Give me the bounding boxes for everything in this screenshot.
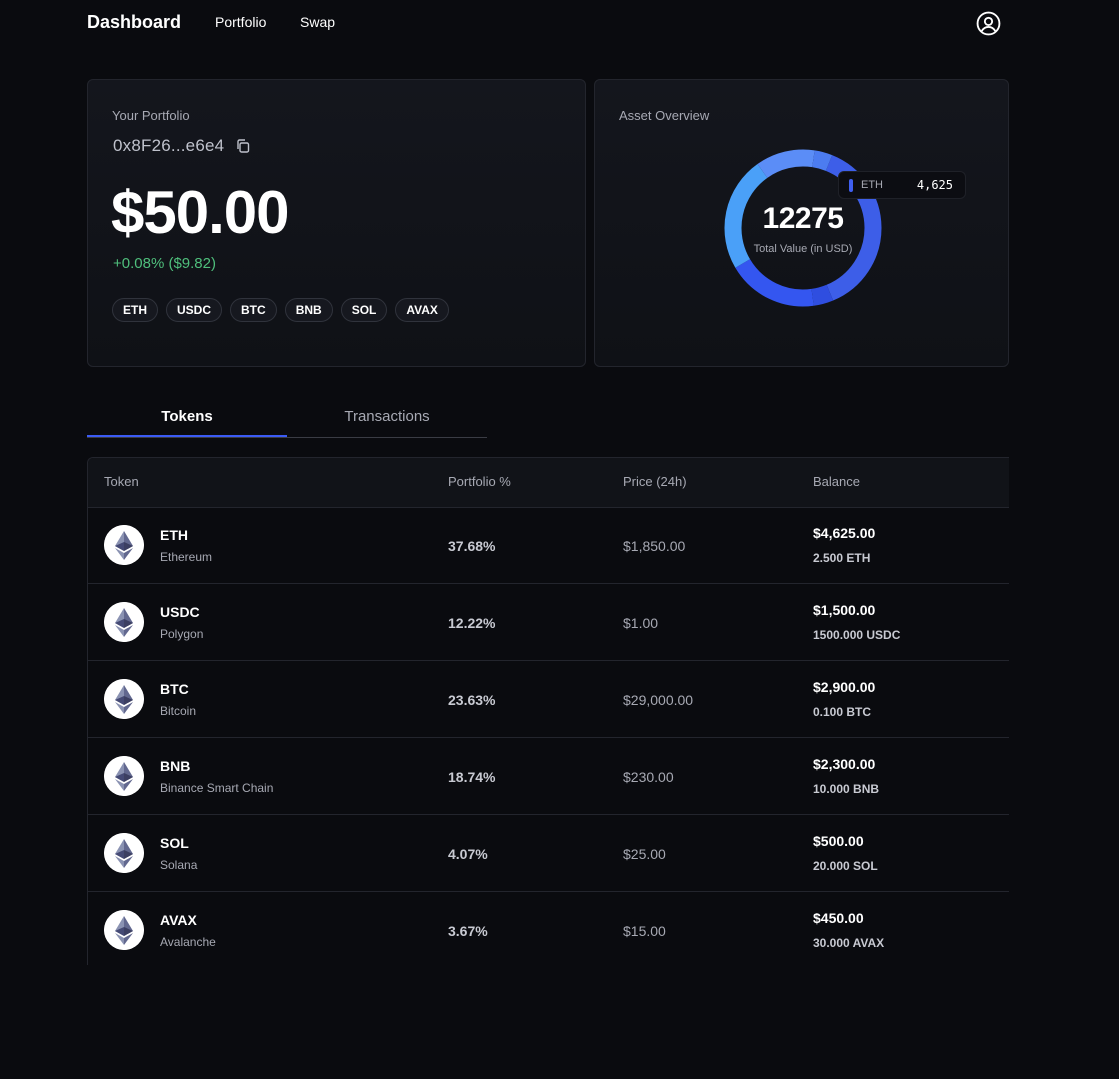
ethereum-icon xyxy=(104,525,144,565)
table-header: Token Portfolio % Price (24h) Balance xyxy=(88,458,1009,508)
portfolio-total-value: $50.00 xyxy=(111,179,290,246)
chip-sol[interactable]: SOL xyxy=(340,298,388,322)
token-symbol: USDC xyxy=(160,604,200,620)
token-symbol: ETH xyxy=(160,527,188,543)
balance-quantity: 0.100 BTC xyxy=(813,705,872,719)
balance-value: $2,900.00 xyxy=(813,679,876,695)
header-portfolio-pct[interactable]: Portfolio % xyxy=(448,474,511,489)
token-price: $29,000.00 xyxy=(623,692,694,708)
table-row[interactable]: ETH Ethereum 37.68% $1,850.00 $4,625.00 … xyxy=(88,507,1009,584)
ethereum-icon xyxy=(104,833,144,873)
token-name: Binance Smart Chain xyxy=(160,781,274,795)
user-circle-icon[interactable] xyxy=(976,11,1001,36)
header-balance[interactable]: Balance xyxy=(813,474,860,489)
tab-transactions[interactable]: Transactions xyxy=(287,403,487,436)
ethereum-icon xyxy=(104,756,144,796)
nav-link-portfolio[interactable]: Portfolio xyxy=(215,14,266,30)
table-row[interactable]: BTC Bitcoin 23.63% $29,000.00 $2,900.00 … xyxy=(88,661,1009,738)
ethereum-icon xyxy=(104,602,144,642)
balance-quantity: 2.500 ETH xyxy=(813,551,871,565)
donut-segment-bnb[interactable] xyxy=(735,258,814,307)
tabs: Tokens Transactions xyxy=(87,403,487,438)
chip-eth[interactable]: ETH xyxy=(112,298,158,322)
ethereum-icon xyxy=(104,910,144,950)
chart-tooltip: ETH 4,625 xyxy=(838,171,966,199)
token-symbol: BTC xyxy=(160,681,189,697)
token-name: Avalanche xyxy=(160,935,216,949)
tab-tokens[interactable]: Tokens xyxy=(87,403,287,437)
balance-quantity: 30.000 AVAX xyxy=(813,936,885,950)
portfolio-percent: 12.22% xyxy=(448,615,496,631)
asset-overview-label: Asset Overview xyxy=(619,108,710,123)
chip-btc[interactable]: BTC xyxy=(230,298,277,322)
balance-quantity: 1500.000 USDC xyxy=(813,628,901,642)
portfolio-percent: 18.74% xyxy=(448,769,496,785)
tooltip-label: ETH xyxy=(861,179,883,191)
top-nav: Dashboard Portfolio Swap xyxy=(0,0,1119,46)
balance-value: $450.00 xyxy=(813,910,864,926)
tooltip-swatch xyxy=(849,179,853,192)
tooltip-value: 4,625 xyxy=(916,178,953,192)
token-chips: ETH USDC BTC BNB SOL AVAX xyxy=(112,298,449,322)
token-price: $25.00 xyxy=(623,846,666,862)
token-symbol: AVAX xyxy=(160,912,197,928)
ethereum-icon xyxy=(104,679,144,719)
token-price: $230.00 xyxy=(623,769,674,785)
balance-quantity: 20.000 SOL xyxy=(813,859,878,873)
tokens-table: Token Portfolio % Price (24h) Balance ET… xyxy=(87,457,1009,965)
header-token[interactable]: Token xyxy=(104,474,139,489)
chip-bnb[interactable]: BNB xyxy=(284,298,333,322)
asset-overview-card: Asset Overview 12275 Total Value (in USD… xyxy=(594,79,1009,367)
portfolio-card: Your Portfolio 0x8F26...e6e4 $50.00 +0.0… xyxy=(87,79,586,367)
token-name: Polygon xyxy=(160,627,204,641)
table-row[interactable]: USDC Polygon 12.22% $1.00 $1,500.00 1500… xyxy=(88,584,1009,661)
portfolio-percent: 37.68% xyxy=(448,538,496,554)
chip-avax[interactable]: AVAX xyxy=(395,298,449,322)
balance-value: $1,500.00 xyxy=(813,602,876,618)
token-price: $1,850.00 xyxy=(623,538,686,554)
table-row[interactable]: BNB Binance Smart Chain 18.74% $230.00 $… xyxy=(88,738,1009,815)
portfolio-change: +0.08% ($9.82) xyxy=(113,255,216,272)
portfolio-percent: 4.07% xyxy=(448,846,488,862)
table-row[interactable]: AVAX Avalanche 3.67% $15.00 $450.00 30.0… xyxy=(88,892,1009,965)
balance-value: $2,300.00 xyxy=(813,756,876,772)
portfolio-percent: 23.63% xyxy=(448,692,496,708)
token-symbol: BNB xyxy=(160,758,191,774)
token-price: $15.00 xyxy=(623,923,666,939)
brand-title[interactable]: Dashboard xyxy=(87,12,181,33)
portfolio-label: Your Portfolio xyxy=(112,108,190,123)
nav-link-swap[interactable]: Swap xyxy=(300,14,335,30)
donut-segment-usdc[interactable] xyxy=(757,149,815,179)
header-price[interactable]: Price (24h) xyxy=(623,474,687,489)
balance-value: $4,625.00 xyxy=(813,525,876,541)
token-name: Bitcoin xyxy=(160,704,197,718)
balance-quantity: 10.000 BNB xyxy=(813,782,880,796)
donut-caption: Total Value (in USD) xyxy=(753,243,853,255)
chip-usdc[interactable]: USDC xyxy=(166,298,223,322)
donut-segment-avax[interactable] xyxy=(811,150,833,171)
donut-segment-sol[interactable] xyxy=(811,284,834,306)
balance-value: $500.00 xyxy=(813,833,864,849)
token-symbol: SOL xyxy=(160,835,189,851)
table-row[interactable]: SOL Solana 4.07% $25.00 $500.00 20.000 S… xyxy=(88,815,1009,892)
copy-icon[interactable] xyxy=(235,138,251,154)
token-name: Ethereum xyxy=(160,550,213,564)
donut-total: 12275 xyxy=(762,202,844,235)
wallet-address: 0x8F26...e6e4 xyxy=(113,136,225,155)
token-name: Solana xyxy=(160,858,198,872)
portfolio-percent: 3.67% xyxy=(448,923,488,939)
token-price: $1.00 xyxy=(623,615,659,631)
